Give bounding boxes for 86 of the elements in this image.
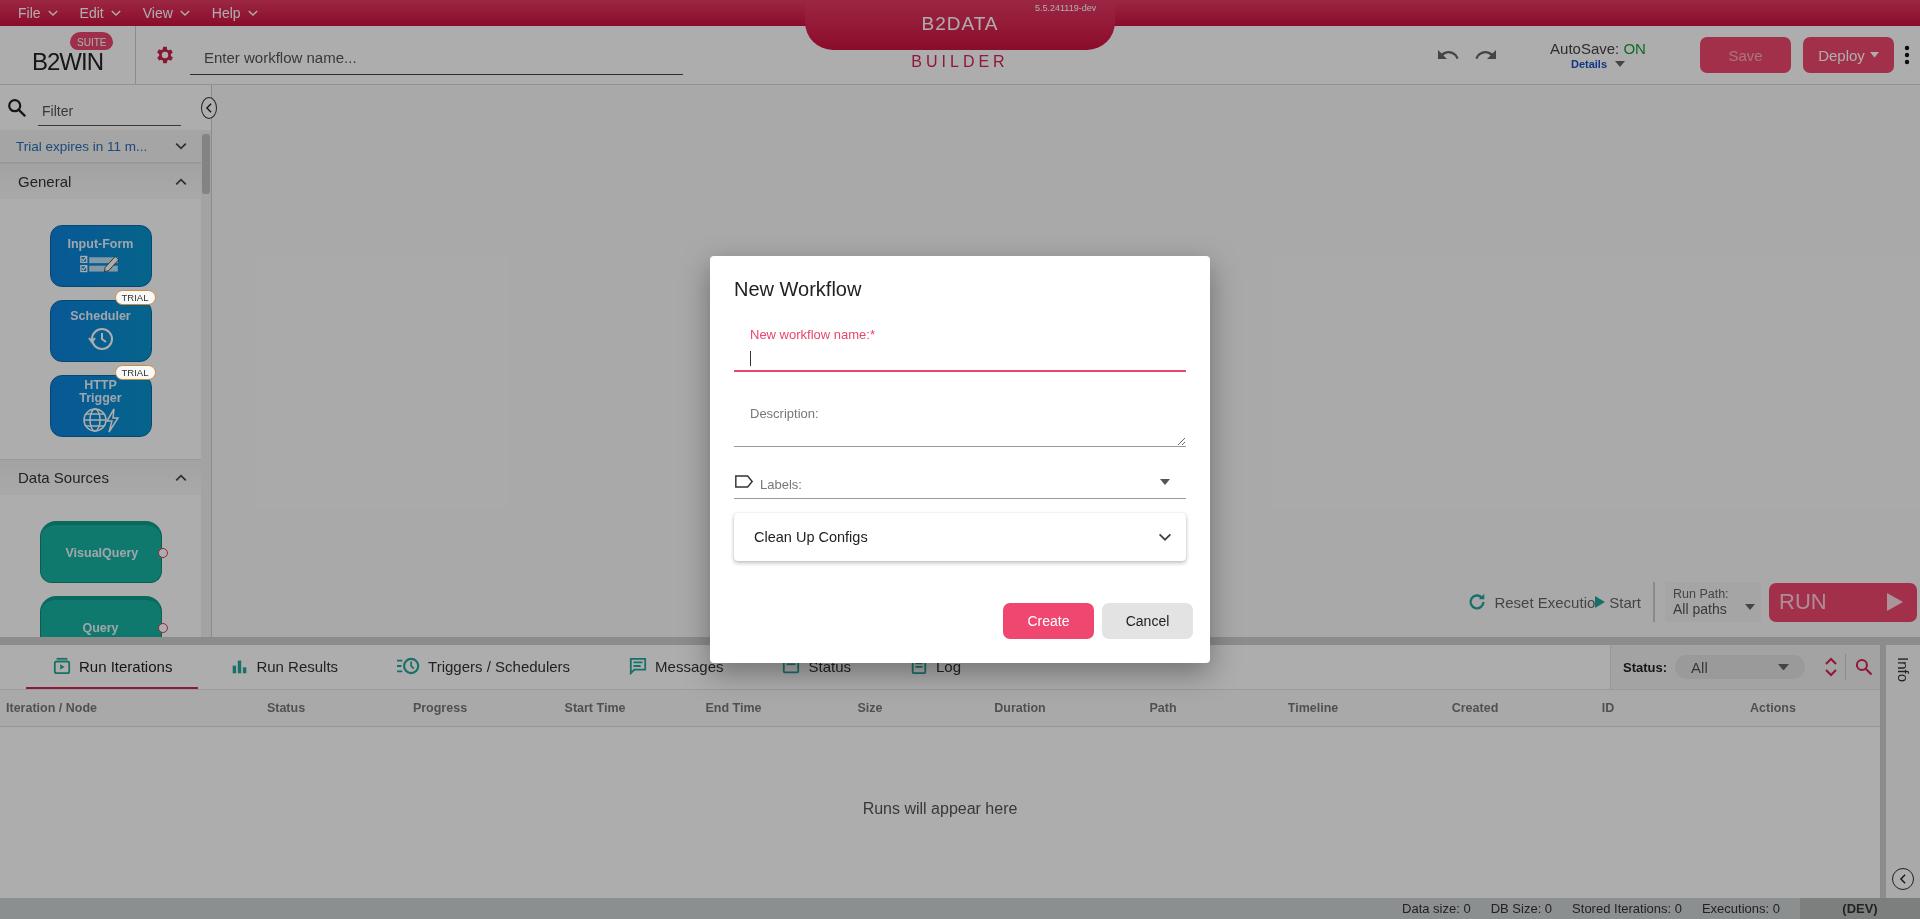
status-select[interactable]: All [1675,655,1806,679]
details-link[interactable]: Details [1570,58,1626,70]
play-box-icon [53,657,71,675]
status-bar-item: DB Size: 0 [1490,901,1553,916]
more-options-icon[interactable] [1904,45,1910,65]
output-port [157,623,168,633]
expansion-panel[interactable]: Clean Up Configs [734,513,1186,561]
menu-item[interactable]: File [8,5,70,21]
deploy-button[interactable]: Deploy [1803,37,1894,73]
collapse-sidebar-button[interactable] [201,96,217,119]
column-header: Timeline [1286,701,1340,715]
field-label: Description: [749,406,820,421]
output-port [157,548,168,558]
caret-icon [1745,604,1755,610]
panel-tab[interactable]: Run Results [204,645,365,689]
caret-icon [1615,61,1626,67]
node-label: Query [81,622,120,635]
palette-node[interactable]: HTTP Trigger [49,375,152,437]
autosave-label: AutoSave: [1550,40,1621,57]
section-header[interactable]: General [0,163,201,199]
labels-select[interactable]: Labels: [734,471,1186,499]
node-label: Scheduler [69,309,132,323]
menu-item[interactable]: View [132,5,202,21]
caret-icon [1778,663,1790,671]
menu-item[interactable]: Edit [69,5,133,21]
label-tag-icon [734,474,754,489]
suite-badge: SUITE [70,32,114,50]
play-icon [1887,593,1903,611]
autosave-state: ON [1623,40,1646,57]
column-header: Size [856,701,884,715]
clock-list-icon [397,657,421,675]
search-icon[interactable] [1854,657,1875,677]
product-name: B2DATA [921,13,999,35]
message-icon [629,657,648,675]
trial-notice[interactable]: Trial expires in 11 m... [0,130,201,163]
column-header: End Time [704,701,763,715]
reset-execution-button[interactable]: Reset Executio [1466,591,1596,613]
panel-tab[interactable]: Messages [602,645,750,689]
settings-icon[interactable] [154,44,176,66]
field-label: New workflow name:* [749,327,876,342]
start-button[interactable]: Start [1595,582,1655,622]
status-bar-item: Executions: 0 [1701,901,1780,916]
run-button[interactable]: RUN [1769,582,1917,622]
environment-label: (DEV) [1800,898,1920,919]
menu-item[interactable]: Help [201,5,270,21]
column-header: Start Time [563,701,627,715]
column-header: ID [1600,701,1616,715]
node-label: Input-Form [66,237,135,251]
globe-bolt-icon [80,407,121,433]
column-header: Created [1450,701,1500,715]
empty-message: Runs will appear here [862,799,1018,818]
column-header: Path [1148,701,1178,715]
create-button[interactable]: Create [1003,603,1094,639]
trial-badge: TRIAL [114,365,156,380]
workflow-name-input[interactable]: Enter workflow name... [190,41,683,75]
expand-panel-button[interactable] [1892,868,1914,890]
trial-badge: TRIAL [114,290,156,305]
search-icon [6,96,28,119]
status-filter-label: Status: [1623,659,1668,675]
sort-icon[interactable] [1825,657,1838,677]
node-label: HTTP Trigger [78,379,123,405]
column-header: Status [265,701,307,715]
caret-icon [1869,52,1879,58]
section-header[interactable]: Data Sources [0,459,201,495]
status-bar-item: Data size: 0 [1402,901,1471,916]
product-subtitle: BUILDER [911,53,1009,71]
caret-icon [1160,478,1170,485]
column-header: Duration [993,701,1047,715]
palette-node[interactable]: VisualQuery [39,521,162,583]
column-header: Progress [411,701,469,715]
run-path-select[interactable]: Run Path: All paths [1665,582,1761,622]
panel-tab[interactable]: Triggers / Schedulers [370,645,597,689]
logo-text: B2WIN [32,48,103,76]
info-tab[interactable]: Info [1894,657,1912,683]
column-header: Iteration / Node [5,701,98,715]
scrollbar-thumb[interactable] [202,134,210,194]
column-header: Actions [1749,701,1797,715]
palette-node[interactable]: Input-Form [49,225,152,287]
status-bar-item: Stored Iterations: 0 [1572,901,1682,916]
play-icon [1595,596,1606,608]
version-label: 5.5.241119-dev [1035,3,1097,13]
palette-node[interactable]: Scheduler [49,300,152,362]
node-label: VisualQuery [65,547,136,560]
cancel-button[interactable]: Cancel [1102,603,1193,639]
palette-node[interactable]: Query [39,596,162,637]
dialog-title: New Workflow [734,278,863,301]
